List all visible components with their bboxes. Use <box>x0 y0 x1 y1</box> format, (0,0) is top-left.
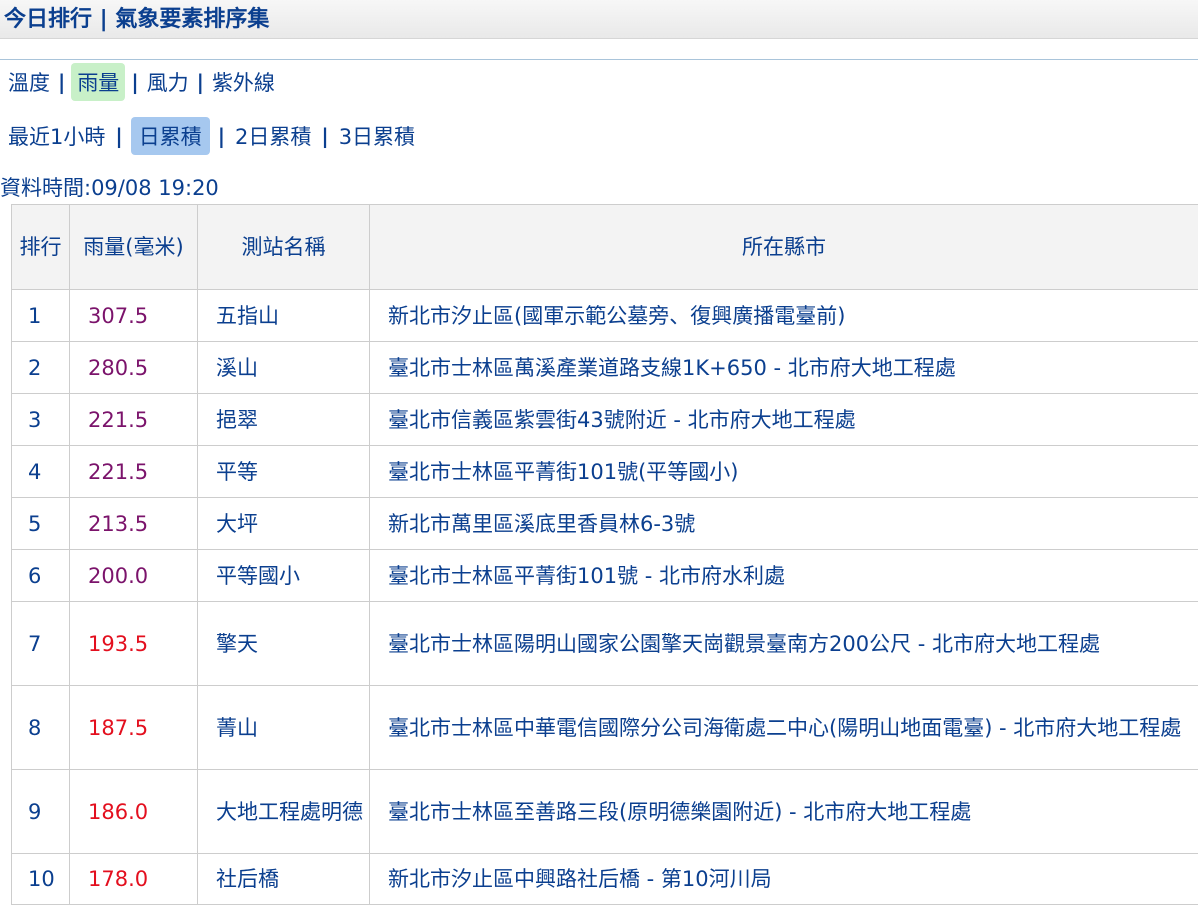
rank-cell: 4 <box>11 445 70 498</box>
header-location: 所在縣市 <box>369 204 1198 290</box>
nav-separator: | <box>196 70 204 94</box>
station-cell: 大坪 <box>197 497 370 550</box>
nav-item-rainfall[interactable]: 雨量 <box>71 63 126 101</box>
rainfall-cell: 307.5 <box>69 289 198 342</box>
table-row: 7 193.5 擎天 臺北市士林區陽明山國家公園擎天崗觀景臺南方200公尺 - … <box>11 601 1198 686</box>
location-cell: 臺北市士林區平菁街101號(平等國小) <box>369 445 1198 498</box>
station-cell: 溪山 <box>197 341 370 394</box>
location-cell: 新北市萬里區溪底里香員林6-3號 <box>369 497 1198 550</box>
nav-item-3day[interactable]: 3日累積 <box>337 117 417 155</box>
header-rank: 排行 <box>11 204 70 290</box>
rainfall-cell: 221.5 <box>69 393 198 446</box>
nav-separator: | <box>217 124 225 148</box>
location-cell: 臺北市士林區萬溪產業道路支線1K+650 - 北市府大地工程處 <box>369 341 1198 394</box>
table-row: 10 178.0 社后橋 新北市汐止區中興路社后橋 - 第10河川局 <box>11 853 1198 905</box>
rainfall-cell: 193.5 <box>69 601 198 686</box>
table-row: 2 280.5 溪山 臺北市士林區萬溪產業道路支線1K+650 - 北市府大地工… <box>11 341 1198 394</box>
location-cell: 臺北市士林區至善路三段(原明德樂園附近) - 北市府大地工程處 <box>369 769 1198 854</box>
table-row: 8 187.5 菁山 臺北市士林區中華電信國際分公司海衛處二中心(陽明山地面電臺… <box>11 685 1198 770</box>
rainfall-cell: 213.5 <box>69 497 198 550</box>
rank-cell: 2 <box>11 341 70 394</box>
location-cell: 新北市汐止區(國軍示範公墓旁、復興廣播電臺前) <box>369 289 1198 342</box>
rainfall-cell: 187.5 <box>69 685 198 770</box>
table-row: 4 221.5 平等 臺北市士林區平菁街101號(平等國小) <box>11 445 1198 498</box>
station-cell: 挹翠 <box>197 393 370 446</box>
element-nav: 溫度 | 雨量 | 風力 | 紫外線 <box>6 63 277 101</box>
table-row: 9 186.0 大地工程處明德 臺北市士林區至善路三段(原明德樂園附近) - 北… <box>11 769 1198 854</box>
location-cell: 新北市汐止區中興路社后橋 - 第10河川局 <box>369 853 1198 905</box>
nav-separator: | <box>321 124 329 148</box>
rank-cell: 7 <box>11 601 70 686</box>
rank-cell: 8 <box>11 685 70 770</box>
nav-item-2day[interactable]: 2日累積 <box>233 117 313 155</box>
rainfall-cell: 178.0 <box>69 853 198 905</box>
station-cell: 社后橋 <box>197 853 370 905</box>
divider <box>0 59 1198 60</box>
rainfall-cell: 186.0 <box>69 769 198 854</box>
data-time: 資料時間:09/08 19:20 <box>0 176 219 200</box>
rank-cell: 3 <box>11 393 70 446</box>
location-cell: 臺北市士林區陽明山國家公園擎天崗觀景臺南方200公尺 - 北市府大地工程處 <box>369 601 1198 686</box>
station-cell: 大地工程處明德 <box>197 769 370 854</box>
header-station: 測站名稱 <box>197 204 370 290</box>
period-nav: 最近1小時 | 日累積 | 2日累積 | 3日累積 <box>6 117 417 155</box>
station-cell: 平等 <box>197 445 370 498</box>
location-cell: 臺北市士林區中華電信國際分公司海衛處二中心(陽明山地面電臺) - 北市府大地工程… <box>369 685 1198 770</box>
rank-cell: 5 <box>11 497 70 550</box>
station-cell: 擎天 <box>197 601 370 686</box>
title-bar: 今日排行 | 氣象要素排序集 <box>0 0 1198 39</box>
table-row: 3 221.5 挹翠 臺北市信義區紫雲街43號附近 - 北市府大地工程處 <box>11 393 1198 446</box>
rainfall-cell: 221.5 <box>69 445 198 498</box>
table-header-row: 排行 雨量(毫米) 測站名稱 所在縣市 <box>11 204 1198 290</box>
nav-separator: | <box>115 124 123 148</box>
station-cell: 平等國小 <box>197 549 370 602</box>
nav-separator: | <box>131 70 139 94</box>
nav-item-last-hour[interactable]: 最近1小時 <box>6 117 107 155</box>
table-row: 6 200.0 平等國小 臺北市士林區平菁街101號 - 北市府水利處 <box>11 549 1198 602</box>
station-cell: 菁山 <box>197 685 370 770</box>
location-cell: 臺北市士林區平菁街101號 - 北市府水利處 <box>369 549 1198 602</box>
rainfall-cell: 200.0 <box>69 549 198 602</box>
nav-item-daily[interactable]: 日累積 <box>130 117 210 155</box>
nav-item-wind[interactable]: 風力 <box>145 63 191 101</box>
location-cell: 臺北市信義區紫雲街43號附近 - 北市府大地工程處 <box>369 393 1198 446</box>
rainfall-cell: 280.5 <box>69 341 198 394</box>
rainfall-ranking-table: 排行 雨量(毫米) 測站名稱 所在縣市 1 307.5 五指山 新北市汐止區(國… <box>11 204 1198 905</box>
rank-cell: 1 <box>11 289 70 342</box>
table-row: 5 213.5 大坪 新北市萬里區溪底里香員林6-3號 <box>11 497 1198 550</box>
page-title: 今日排行 | 氣象要素排序集 <box>4 7 270 32</box>
rank-cell: 6 <box>11 549 70 602</box>
header-rainfall: 雨量(毫米) <box>69 204 198 290</box>
table-row: 1 307.5 五指山 新北市汐止區(國軍示範公墓旁、復興廣播電臺前) <box>11 289 1198 342</box>
nav-separator: | <box>58 70 66 94</box>
rank-cell: 9 <box>11 769 70 854</box>
nav-item-temperature[interactable]: 溫度 <box>6 63 52 101</box>
nav-item-uv[interactable]: 紫外線 <box>210 63 277 101</box>
rank-cell: 10 <box>11 853 70 905</box>
station-cell: 五指山 <box>197 289 370 342</box>
